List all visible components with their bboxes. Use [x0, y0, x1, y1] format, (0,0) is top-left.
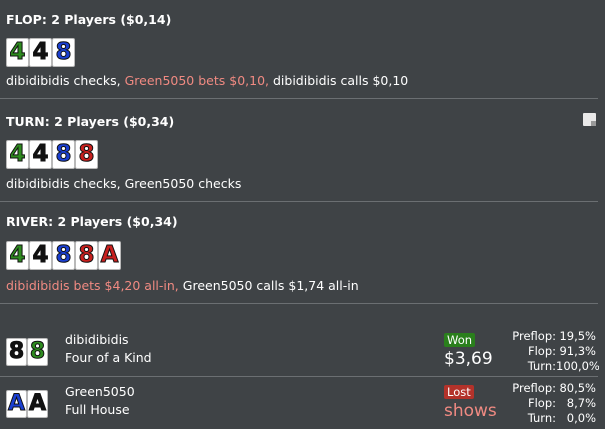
stat-row: Preflop: 80,5%: [500, 381, 596, 396]
hole-cards: 88: [6, 338, 48, 366]
player-name[interactable]: dibidibidis: [65, 332, 129, 347]
stat-label: Turn:: [527, 411, 556, 425]
stat-value: 8,7%: [566, 396, 596, 410]
stat-label: Flop:: [527, 344, 556, 358]
playing-card: 8: [6, 338, 27, 366]
note-icon[interactable]: [583, 113, 596, 126]
playing-card: 4: [29, 140, 52, 169]
playing-card: A: [6, 390, 27, 418]
street-title: FLOP: 2 Players ($0,14): [6, 12, 172, 27]
stat-row: Flop: 8,7%: [500, 396, 596, 411]
action-text: dibidibidis calls $0,10: [272, 73, 409, 88]
result-badge: Won: [444, 333, 476, 347]
stat-label: Preflop:: [512, 329, 556, 343]
equity-stats: Preflop: 80,5% Flop: 8,7% Turn: 0,0%: [500, 381, 596, 426]
equity-stats: Preflop: 19,5% Flop: 91,3% Turn: 100,0%: [500, 329, 600, 374]
playing-card: A: [98, 241, 121, 270]
stat-row: Preflop: 19,5%: [500, 329, 596, 344]
divider: [0, 201, 598, 202]
playing-card: 4: [6, 241, 29, 270]
playing-card: 8: [52, 38, 75, 67]
street-actions: dibidibidis bets $4,20 all-in, Green5050…: [6, 278, 359, 293]
playing-card: A: [27, 390, 48, 418]
stat-row: Turn: 0,0%: [500, 411, 596, 426]
stat-label: Flop:: [527, 396, 556, 410]
board-cards: 4488: [6, 140, 98, 170]
stat-value: 100,0%: [556, 359, 600, 373]
stat-value: 19,5%: [559, 329, 596, 343]
board-cards: 4488A: [6, 241, 121, 271]
divider: [0, 98, 598, 99]
playing-card: 8: [52, 241, 75, 270]
playing-card: 4: [6, 38, 29, 67]
street-title: RIVER: 2 Players ($0,34): [6, 214, 178, 229]
street-actions: dibidibidis checks, Green5050 bets $0,10…: [6, 73, 408, 88]
stat-value: 0,0%: [566, 411, 596, 425]
result-badge: Lost: [444, 385, 474, 399]
playing-card: 8: [75, 241, 98, 270]
player-row: AA Green5050 Full House Lost shows Prefl…: [0, 377, 605, 429]
stat-row: Turn: 100,0%: [500, 359, 600, 374]
stat-row: Flop: 91,3%: [500, 344, 596, 359]
divider: [0, 303, 598, 304]
action-text: dibidibidis checks,: [6, 73, 125, 88]
stat-label: Turn:: [527, 359, 556, 373]
action-text: dibidibidis bets $4,20 all-in,: [6, 278, 183, 293]
action-text: Green5050 calls $1,74 all-in: [182, 278, 359, 293]
stat-value: 80,5%: [559, 381, 596, 395]
hand-description: Full House: [65, 402, 130, 417]
street-title: TURN: 2 Players ($0,34): [6, 114, 175, 129]
playing-card: 4: [29, 241, 52, 270]
hole-cards: AA: [6, 390, 48, 418]
scrollbar[interactable]: [599, 0, 605, 429]
stat-label: Preflop:: [512, 381, 556, 395]
action-text: dibidibidis checks, Green5050 checks: [6, 176, 242, 191]
hand-description: Four of a Kind: [65, 350, 152, 365]
player-name[interactable]: Green5050: [65, 384, 135, 399]
street-actions: dibidibidis checks, Green5050 checks: [6, 176, 241, 191]
player-row: 88 dibidibidis Four of a Kind Won $3,69 …: [0, 325, 605, 377]
playing-card: 8: [52, 140, 75, 169]
shows-label: shows: [444, 401, 497, 421]
playing-card: 8: [75, 140, 98, 169]
won-amount: $3,69: [444, 349, 493, 369]
playing-card: 4: [6, 140, 29, 169]
action-text: Green5050 bets $0,10,: [124, 73, 273, 88]
playing-card: 8: [27, 338, 48, 366]
board-cards: 448: [6, 38, 75, 68]
stat-value: 91,3%: [559, 344, 596, 358]
playing-card: 4: [29, 38, 52, 67]
